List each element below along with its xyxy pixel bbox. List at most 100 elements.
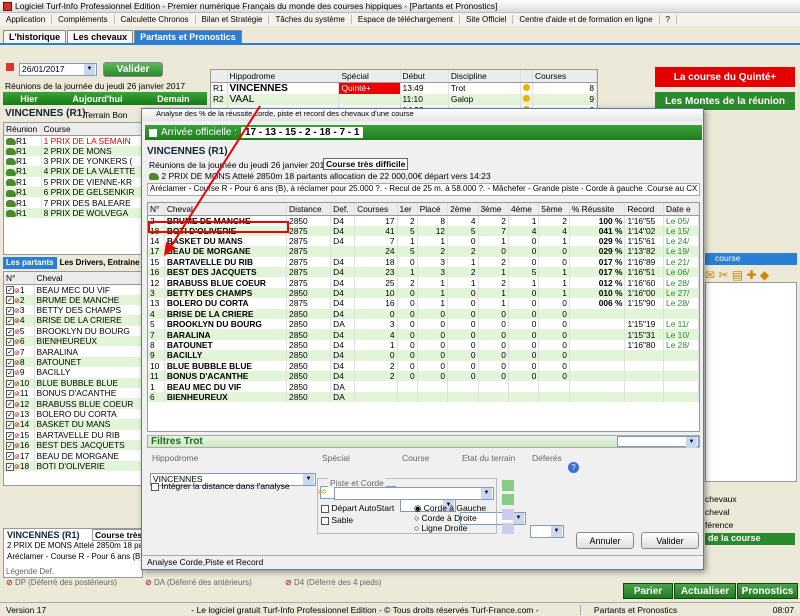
col-discipline[interactable]: Discipline <box>448 70 522 83</box>
col-debut[interactable]: Début <box>400 70 449 83</box>
right-de-la-course[interactable]: de la course <box>705 533 795 545</box>
tab-historique[interactable]: L'historique <box>3 30 67 43</box>
partant-row[interactable]: ✓⊘9 BACILLY <box>4 367 142 378</box>
pronostics-button[interactable]: Pronostics <box>737 583 798 599</box>
partant-checkbox[interactable]: ✓ <box>6 462 14 471</box>
race-row[interactable]: R1 4 PRIX DE LA VALETTE <box>4 166 143 177</box>
partant-row[interactable]: ✓⊘3 BETTY DES CHAMPS <box>4 304 142 316</box>
partant-checkbox[interactable]: ✓ <box>6 369 14 378</box>
help-icon[interactable]: ? <box>568 462 579 473</box>
race-row[interactable]: R1 3 PRIX DE YONKERS ( <box>4 155 143 167</box>
partant-checkbox[interactable]: ✓ <box>6 400 14 409</box>
tab-partants-list[interactable]: Les partants <box>3 257 57 269</box>
print-icon[interactable] <box>502 522 514 534</box>
partant-checkbox[interactable]: ✓ <box>6 410 14 419</box>
col-special[interactable]: Spécial <box>338 70 401 83</box>
analysis-row[interactable]: 11 BONUS D'ACANTHE 2850 D4 2 0 0 0 0 0 0 <box>148 370 699 382</box>
right-cheval[interactable]: cheval <box>705 507 730 517</box>
partant-checkbox[interactable]: ✓ <box>6 441 14 450</box>
analysis-row[interactable]: 7 BARALINA 2850 D4 4 0 0 0 0 0 0 1'15"31 Le 10/ <box>148 329 699 340</box>
menu-item-1[interactable]: Compléments <box>52 15 115 24</box>
analysis-row[interactable]: 13 BOLERO DU CORTA 2875 D4 16 0 1 0 1 0 0 006 % 1'15… <box>148 298 699 309</box>
partant-checkbox[interactable]: ✓ <box>6 389 14 398</box>
col-7[interactable]: 2ème <box>447 203 479 216</box>
analysis-row[interactable]: 3 BETTY DES CHAMPS 2850 D4 10 0 1 0 1 0 1 010 % 1'16… <box>148 287 699 299</box>
partant-row[interactable]: ✓⊘6 BIENHEUREUX <box>4 336 142 347</box>
partant-checkbox[interactable]: ✓ <box>6 421 14 430</box>
analysis-row[interactable]: 12 BRABUSS BLUE COEUR 2875 D4 25 2 1 1 2 1 1 012 % 1… <box>148 277 699 288</box>
save-icon[interactable] <box>502 508 514 520</box>
partant-checkbox[interactable]: ✓ <box>6 348 14 357</box>
col-12[interactable]: Record <box>624 203 665 216</box>
partant-checkbox[interactable]: ✓ <box>6 286 14 295</box>
partant-row[interactable]: ✓⊘8 BATOUNET <box>4 356 142 368</box>
tab-drivers[interactable]: Les Drivers, Entraine <box>57 257 143 269</box>
race-row[interactable]: R1 2 PRIX DE MONS <box>4 145 143 156</box>
menu-item-5[interactable]: Espace de téléchargement <box>352 15 461 24</box>
sable-checkbox[interactable]: Sable <box>321 515 353 525</box>
deferres-select[interactable] <box>530 525 564 538</box>
hippo-row[interactable]: R1 VINCENNES Quinté+ 13:49 Trot 8 <box>211 82 597 94</box>
col-9[interactable]: 4ème <box>508 203 540 216</box>
right-reference[interactable]: férence <box>705 520 733 530</box>
tab-partants[interactable]: Partants et Pronostics <box>134 30 242 43</box>
col-courses[interactable]: Courses <box>532 70 597 83</box>
parier-button[interactable]: Parier <box>623 583 673 599</box>
partant-row[interactable]: ✓⊘12 BRABUSS BLUE COEUR <box>4 398 142 409</box>
prev-day-button[interactable]: Hier <box>20 94 38 104</box>
partant-row[interactable]: ✓⊘17 BEAU DE MORGANE <box>4 450 142 461</box>
ligne-droite-radio[interactable]: ○ Ligne Droite <box>414 523 467 533</box>
piste-select[interactable] <box>334 487 494 500</box>
menu-item-2[interactable]: Calculette Chronos <box>115 15 196 24</box>
col-6[interactable]: Placé <box>417 203 449 216</box>
col-10[interactable]: 5ème <box>538 203 570 216</box>
filters-select[interactable] <box>617 436 699 448</box>
race-row[interactable]: R1 1 PRIX DE LA SEMAIN <box>4 135 143 146</box>
analysis-row[interactable]: 8 BATOUNET 2850 D4 1 0 0 0 0 0 0 1'16"80 Le 28/ <box>148 339 699 351</box>
race-row[interactable]: R1 5 PRIX DE VIENNE-KR <box>4 176 143 188</box>
col-n[interactable]: N° <box>4 272 35 285</box>
date-field[interactable]: 26/01/2017 <box>19 63 97 76</box>
cancel-button[interactable]: Annuler <box>576 532 634 549</box>
partant-row[interactable]: ✓⊘7 BARALINA <box>4 346 142 357</box>
corde-droite-radio[interactable]: ○ Corde à Droite <box>414 513 477 523</box>
race-row[interactable]: R1 6 PRIX DE GELSENKIR <box>4 187 143 198</box>
race-row[interactable]: R1 7 PRIX DES BALEARE <box>4 197 143 208</box>
partant-checkbox[interactable]: ✓ <box>6 452 14 461</box>
race-row[interactable]: R1 8 PRIX DE WOLVEGA <box>4 207 143 219</box>
col-4[interactable]: Courses <box>354 203 398 216</box>
col-11[interactable]: % Réussite <box>569 203 626 216</box>
col-13[interactable]: Date e <box>663 203 699 216</box>
col-2[interactable]: Distance <box>286 203 332 216</box>
menu-item-7[interactable]: Centre d'aide et de formation en ligne <box>513 15 660 24</box>
integrer-checkbox[interactable]: Intégrer la distance dans l'analyse <box>151 481 290 491</box>
actualiser-button[interactable]: Actualiser <box>674 583 736 599</box>
analysis-row[interactable]: 9 BACILLY 2850 D4 0 0 0 0 0 0 0 <box>148 350 699 361</box>
partant-row[interactable]: ✓⊘11 BONUS D'ACANTHE <box>4 388 142 399</box>
partant-row[interactable]: ✓⊘2 BRUME DE MANCHE <box>4 294 142 305</box>
partant-checkbox[interactable]: ✓ <box>6 338 14 347</box>
partant-checkbox[interactable]: ✓ <box>6 379 14 388</box>
partant-row[interactable]: ✓⊘13 BOLERO DU CORTA <box>4 408 142 420</box>
menu-item-8[interactable]: ? <box>660 15 677 24</box>
col-reunion[interactable]: Réunion <box>4 123 42 136</box>
analysis-row[interactable]: 5 BROOKLYN DU BOURG 2850 DA 3 0 0 0 0 0 0 1'15"19 Le… <box>148 319 699 330</box>
col-hippodrome[interactable]: Hippodrome <box>227 70 340 83</box>
quinte-button[interactable]: La course du Quinté+ <box>655 67 795 87</box>
partant-row[interactable]: ✓⊘15 BARTAVELLE DU RIB <box>4 429 142 440</box>
partant-row[interactable]: ✓⊘4 BRISE DE LA CRIERE <box>4 315 142 326</box>
partant-row[interactable]: ✓⊘18 BOTI D'OLIVERIE <box>4 460 142 472</box>
partant-row[interactable]: ✓⊘5 BROOKLYN DU BOURG <box>4 325 142 337</box>
today-button[interactable]: Aujourd'hui <box>72 94 122 104</box>
analysis-row[interactable]: 10 BLUE BUBBLE BLUE 2850 D4 2 0 0 0 0 0 0 <box>148 360 699 371</box>
validate-date-button[interactable]: Valider <box>103 62 163 77</box>
partant-checkbox[interactable]: ✓ <box>6 306 14 315</box>
partant-row[interactable]: ✓⊘14 BASKET DU MANS <box>4 419 142 430</box>
col-5[interactable]: 1er <box>397 203 418 216</box>
right-chevaux[interactable]: chevaux <box>705 494 737 504</box>
menu-item-0[interactable]: Application <box>0 15 53 24</box>
tab-chevaux[interactable]: Les chevaux <box>67 30 134 43</box>
refresh-icon[interactable] <box>502 480 514 491</box>
partant-checkbox[interactable]: ✓ <box>6 327 14 336</box>
col-8[interactable]: 3ème <box>478 203 509 216</box>
